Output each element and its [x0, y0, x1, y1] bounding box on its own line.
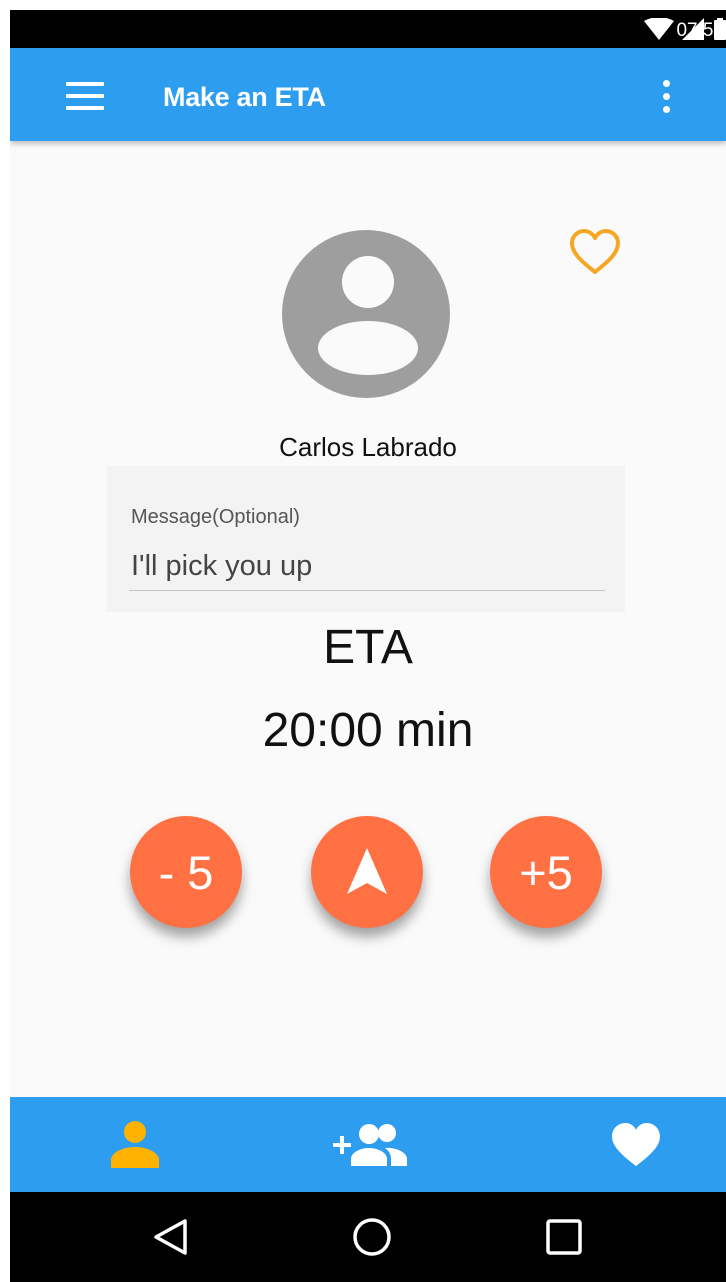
nav-add-group-tab[interactable]: [300, 1097, 440, 1192]
message-input[interactable]: [129, 542, 605, 591]
navigate-button[interactable]: [311, 816, 423, 928]
menu-icon[interactable]: [66, 82, 104, 110]
status-time: 07:53: [676, 20, 724, 41]
wifi-icon: [644, 18, 674, 40]
more-options-icon[interactable]: [658, 80, 672, 114]
app-bar: Make an ETA: [10, 48, 726, 141]
heart-icon: [612, 1122, 660, 1166]
back-icon: [154, 1219, 187, 1255]
nav-favorites-tab[interactable]: [566, 1097, 706, 1192]
back-button[interactable]: [120, 1192, 220, 1282]
phone-screen: 07:53 Make an ETA Carlos Labrado Message…: [10, 10, 726, 1282]
home-icon: [353, 1218, 391, 1256]
minus-five-button[interactable]: - 5: [130, 816, 242, 928]
person-icon: [111, 1120, 159, 1168]
message-card: Message(Optional): [107, 466, 625, 612]
plus-five-button[interactable]: +5: [490, 816, 602, 928]
recents-icon: [546, 1219, 582, 1255]
recents-button[interactable]: [514, 1192, 614, 1282]
eta-label: ETA: [323, 621, 413, 674]
status-bar: 07:53: [10, 10, 726, 48]
bottom-nav: [10, 1097, 726, 1192]
avatar: [282, 230, 450, 398]
eta-value: 20:00 min: [262, 704, 474, 757]
contact-name: Carlos Labrado: [279, 432, 457, 462]
system-nav-bar: [10, 1192, 726, 1282]
plus-five-label: +5: [519, 845, 573, 899]
add-group-icon: [333, 1123, 407, 1166]
minus-five-label: - 5: [158, 845, 214, 899]
message-label: Message(Optional): [131, 506, 300, 528]
favorite-outline-icon[interactable]: [569, 228, 621, 276]
nav-contacts-tab[interactable]: [65, 1097, 205, 1192]
navigation-arrow-icon: [347, 848, 387, 894]
home-button[interactable]: [322, 1192, 422, 1282]
app-title: Make an ETA: [163, 82, 326, 112]
